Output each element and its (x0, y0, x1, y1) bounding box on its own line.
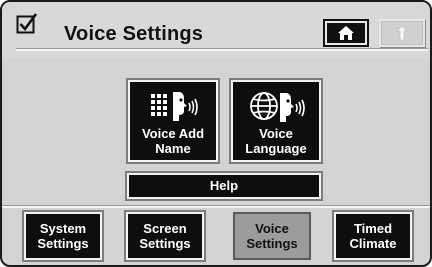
home-button[interactable] (323, 19, 369, 47)
voice-language-label-line1: Voice (259, 126, 293, 141)
back-button[interactable] (379, 19, 425, 47)
header-divider (16, 48, 428, 51)
tab-timed-climate-line1: Timed (353, 221, 393, 236)
voice-language-button[interactable]: Voice Language (233, 82, 319, 160)
voice-add-name-label-line1: Voice Add (141, 126, 205, 141)
tab-voice-settings[interactable]: Voice Settings (235, 214, 309, 258)
tab-screen-settings-line2: Settings (139, 236, 191, 251)
tab-timed-climate-line2: Climate (349, 236, 397, 251)
voice-language-label: Voice Language (235, 126, 317, 156)
globe-speaking-head-icon (250, 92, 305, 122)
home-icon (338, 26, 354, 40)
tab-voice-settings-line1: Voice (255, 221, 289, 236)
tab-bar-divider (2, 205, 430, 208)
tab-screen-settings-line1: Screen (143, 221, 187, 236)
voice-language-label-line2: Language (245, 141, 307, 156)
checkbox-checked-icon (16, 13, 38, 34)
tab-voice-settings-line2: Settings (246, 236, 298, 251)
tab-system-settings[interactable]: System Settings (26, 214, 100, 258)
voice-add-name-label-line2: Name (155, 141, 191, 156)
keypad-speaking-head-icon (151, 92, 198, 121)
tab-system-settings-line2: Settings (37, 236, 89, 251)
back-arrow-icon (396, 25, 408, 41)
tab-screen-settings[interactable]: Screen Settings (128, 214, 202, 258)
tab-timed-climate[interactable]: Timed Climate (336, 214, 410, 258)
help-button[interactable]: Help (129, 175, 319, 197)
voice-add-name-button[interactable]: Voice Add Name (130, 82, 216, 160)
page-title: Voice Settings (64, 23, 204, 45)
header-bar: Voice Settings (2, 2, 430, 58)
tab-system-settings-line1: System (39, 221, 87, 236)
voice-add-name-label: Voice Add Name (132, 126, 214, 156)
voice-settings-screen: Voice Settings Voice Add Name Voice Lang… (0, 0, 432, 267)
